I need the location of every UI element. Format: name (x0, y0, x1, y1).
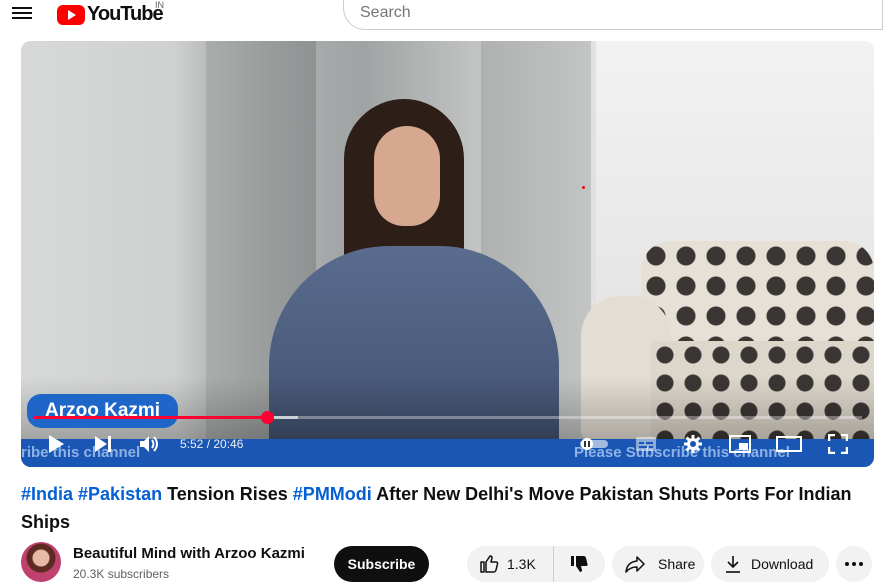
like-count: 1.3K (507, 556, 536, 572)
volume-icon[interactable] (138, 433, 162, 455)
youtube-play-icon (57, 4, 85, 25)
title-text: Tension Rises (162, 484, 293, 504)
subscriber-count: 20.3K subscribers (73, 567, 170, 581)
hashtag-link[interactable]: #India (21, 484, 73, 504)
play-icon[interactable] (45, 433, 67, 455)
logo-text: YouTube (87, 3, 164, 25)
player-controls: 5:52 / 20:46 (21, 429, 874, 459)
more-horizontal-icon (845, 562, 863, 566)
like-button[interactable]: 1.3K (467, 546, 554, 582)
share-button[interactable]: Share (612, 546, 704, 582)
progress-bar[interactable] (33, 411, 862, 424)
channel-avatar[interactable] (21, 542, 61, 582)
thumbs-down-icon (571, 556, 588, 572)
download-label: Download (751, 556, 814, 572)
settings-gear-icon[interactable] (682, 433, 704, 455)
hashtag-link[interactable]: #Pakistan (78, 484, 162, 504)
fullscreen-icon[interactable] (827, 433, 849, 455)
download-icon (726, 556, 740, 573)
like-dislike-group: 1.3K (467, 546, 605, 582)
share-label: Share (658, 556, 696, 572)
time-display: 5:52 / 20:46 (180, 437, 244, 451)
theater-mode-icon[interactable] (776, 433, 802, 455)
progress-scrubber[interactable] (260, 411, 274, 424)
masthead: YouTube IN (0, 0, 888, 30)
channel-row: Beautiful Mind with Arzoo Kazmi 20.3K su… (21, 542, 881, 582)
thumbs-up-icon (480, 555, 499, 573)
video-title: #India #Pakistan Tension Rises #PMModi A… (21, 480, 871, 536)
download-button[interactable]: Download (711, 546, 829, 582)
name-badge: Arzoo Kazmi (27, 394, 179, 428)
subscribe-button[interactable]: Subscribe (334, 546, 429, 582)
youtube-logo[interactable]: YouTube (57, 3, 164, 26)
search-input[interactable] (358, 3, 842, 23)
subtitles-icon[interactable] (634, 433, 658, 455)
channel-name[interactable]: Beautiful Mind with Arzoo Kazmi (73, 545, 305, 562)
hamburger-menu-icon[interactable] (12, 4, 32, 20)
video-player[interactable]: ribe this channel Please Subscribe this … (21, 41, 874, 467)
dislike-button[interactable] (554, 546, 604, 582)
next-icon[interactable] (92, 433, 114, 455)
hashtag-link[interactable]: #PMModi (293, 484, 372, 504)
progress-played (33, 416, 267, 419)
more-actions-button[interactable] (836, 546, 872, 582)
search-box[interactable] (343, 0, 883, 30)
autoplay-toggle-icon[interactable] (578, 433, 610, 455)
miniplayer-icon[interactable] (728, 433, 752, 455)
region-code: IN (155, 0, 164, 10)
share-arrow-icon (625, 556, 645, 573)
